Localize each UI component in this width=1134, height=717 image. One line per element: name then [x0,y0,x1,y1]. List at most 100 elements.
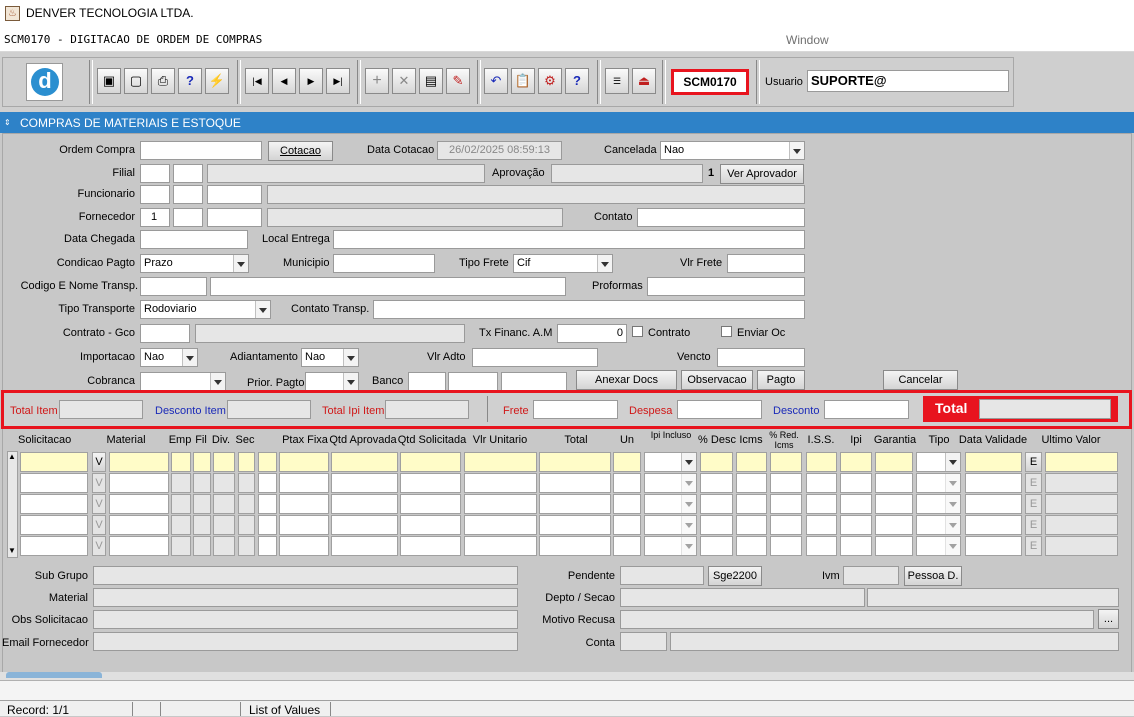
grid-cell[interactable] [213,536,235,556]
total-ipi-item-field[interactable] [385,400,469,419]
chevron-down-icon[interactable] [597,255,612,272]
help-query-icon[interactable]: ? [178,68,202,94]
funcionario-field-3[interactable] [207,185,262,204]
chevron-down-icon[interactable] [945,537,960,555]
grid-edit-button[interactable]: E [1025,515,1042,535]
grid-lov-button[interactable]: V [92,494,106,514]
chevron-down-icon[interactable] [255,301,270,318]
chevron-down-icon[interactable] [182,349,197,366]
contrato-gco-desc-field[interactable] [195,324,465,343]
grid-cell[interactable] [20,473,88,493]
proformas-field[interactable] [647,277,805,296]
chevron-down-icon[interactable] [343,373,358,390]
conta-code-field[interactable] [620,632,667,651]
grid-cell[interactable] [213,473,235,493]
grid-cell[interactable] [20,515,88,535]
undo-icon[interactable]: ↶ [484,68,508,94]
chevron-down-icon[interactable] [681,495,696,513]
pessoa-d-button[interactable]: Pessoa D. [904,566,962,586]
delete-record-icon[interactable]: ✕ [392,68,416,94]
total-item-field[interactable] [59,400,143,419]
pendente-field[interactable] [620,566,704,585]
grid-cell[interactable] [279,494,329,514]
grid-cell[interactable] [806,473,837,493]
grid-select[interactable] [916,473,961,493]
observacao-button[interactable]: Observacao [681,370,753,390]
grid-cell[interactable] [1045,452,1118,472]
total-field[interactable] [979,399,1111,419]
grid-cell[interactable] [613,473,641,493]
frete-field[interactable] [533,400,618,419]
contato-field[interactable] [637,208,805,227]
grid-cell[interactable] [258,515,277,535]
grid-select[interactable] [644,452,697,472]
grid-cell[interactable] [193,473,211,493]
grid-cell[interactable] [464,473,537,493]
grid-cell[interactable] [331,515,398,535]
condicao-pagto-select[interactable]: Prazo [140,254,249,273]
first-record-icon[interactable]: |◀ [245,68,269,94]
grid-cell[interactable] [171,536,191,556]
chevron-down-icon[interactable] [681,474,696,492]
grid-cell[interactable] [464,494,537,514]
tools-icon[interactable]: ⚙ [538,68,562,94]
aprovacao-field[interactable] [551,164,703,183]
depto-field[interactable] [620,588,865,607]
grid-cell[interactable] [875,536,913,556]
banco-field-2[interactable] [448,372,498,391]
grid-cell[interactable] [331,494,398,514]
filial-name-field[interactable] [207,164,485,183]
grid-cell[interactable] [193,452,211,472]
grid-cell[interactable] [1045,515,1118,535]
save-icon[interactable]: ▣ [97,68,121,94]
grid-cell[interactable] [238,515,255,535]
despesa-field[interactable] [677,400,762,419]
grid-cell[interactable] [331,536,398,556]
grid-cell[interactable] [736,494,767,514]
banco-field-3[interactable] [501,372,567,391]
vencto-field[interactable] [717,348,805,367]
grid-cell[interactable] [700,473,733,493]
print-icon[interactable]: ⎙ [151,68,175,94]
grid-cell[interactable] [279,536,329,556]
fornecedor-name-field[interactable] [267,208,563,227]
print-record-icon[interactable]: ▤ [419,68,443,94]
grid-cell[interactable] [700,452,733,472]
tx-financ-field[interactable]: 0 [557,324,627,343]
material-detail-field[interactable] [93,588,518,607]
grid-cell[interactable] [109,515,169,535]
grid-cell[interactable] [840,494,872,514]
codigo-transp-field[interactable] [140,277,207,296]
grid-select[interactable] [916,536,961,556]
grid-cell[interactable] [400,536,461,556]
funcionario-field-1[interactable] [140,185,170,204]
fornecedor-field-1[interactable]: 1 [140,208,170,227]
grid-select[interactable] [916,452,961,472]
grid-cell[interactable] [539,473,611,493]
desconto-field[interactable] [824,400,909,419]
chevron-down-icon[interactable] [681,453,696,471]
grid-cell[interactable] [965,473,1022,493]
grid-cell[interactable] [1045,536,1118,556]
grid-edit-button[interactable]: E [1025,452,1042,472]
grid-cell[interactable] [770,494,802,514]
vlr-adto-field[interactable] [472,348,598,367]
grid-cell[interactable] [736,536,767,556]
previous-record-icon[interactable]: ◀ [272,68,296,94]
ivm-field[interactable] [843,566,899,585]
conta-name-field[interactable] [670,632,1119,651]
grid-cell[interactable] [400,452,461,472]
bottom-tab[interactable] [6,672,102,678]
grid-cell[interactable] [213,494,235,514]
grid-lov-button[interactable]: V [92,515,106,535]
grid-cell[interactable] [20,452,88,472]
grid-cell[interactable] [238,452,255,472]
grid-cell[interactable] [109,473,169,493]
grid-cell[interactable] [806,515,837,535]
grid-cell[interactable] [171,452,191,472]
grid-cell[interactable] [20,494,88,514]
grid-cell[interactable] [965,515,1022,535]
motivo-recusa-field[interactable] [620,610,1094,629]
tipo-frete-select[interactable]: Cif [513,254,613,273]
grid-lov-button[interactable]: V [92,473,106,493]
